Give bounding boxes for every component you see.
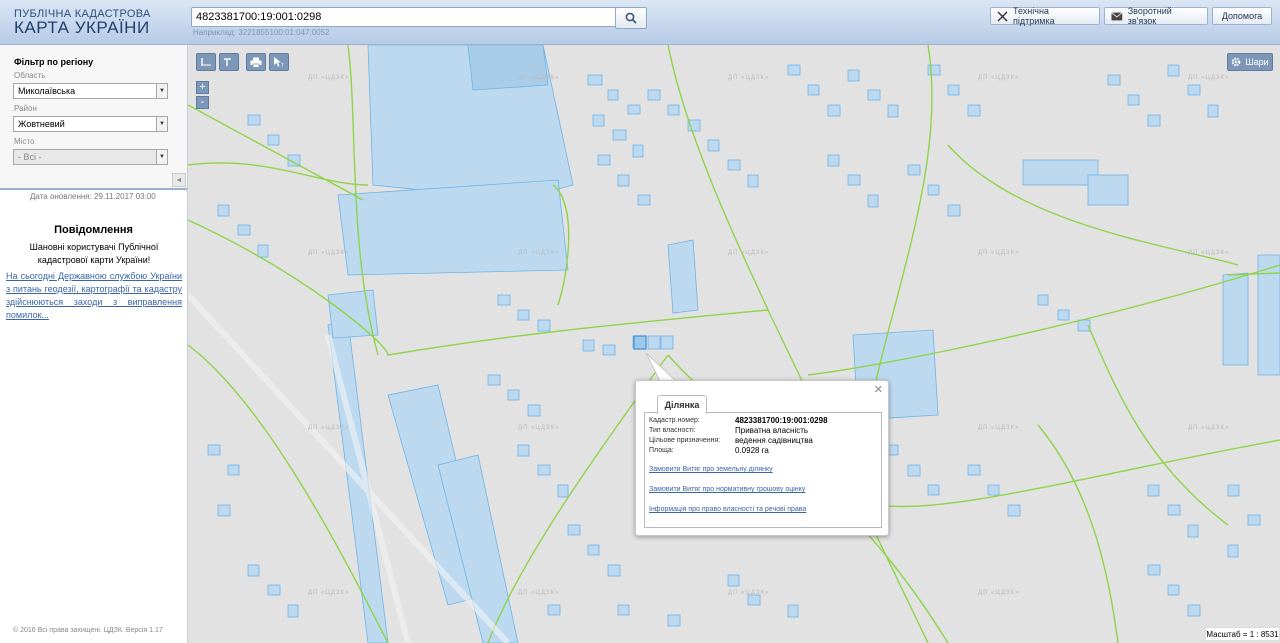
watermark: ДП «ЦДЗК» xyxy=(978,425,1020,431)
watermark: ДП «ЦДЗК» xyxy=(518,425,560,431)
cadastral-number: 4823381700:19:001:0298 xyxy=(735,416,828,425)
chevron-down-icon: ▼ xyxy=(156,117,167,131)
collapse-sidebar-button[interactable]: ◄ xyxy=(172,173,186,187)
chevron-down-icon: ▼ xyxy=(156,84,167,98)
search-icon xyxy=(625,12,637,24)
ruler-icon xyxy=(201,58,211,66)
zoom-out-button[interactable]: - xyxy=(196,96,209,109)
watermark: ДП «ЦДЗК» xyxy=(1188,250,1230,256)
oblast-select[interactable]: Миколаївська ▼ xyxy=(13,83,168,99)
oblast-label: Область xyxy=(14,71,46,80)
measure-area-button[interactable] xyxy=(219,53,239,71)
watermark: ДП «ЦДЗК» xyxy=(308,250,350,256)
filter-title: Фільтр по регіону xyxy=(14,57,94,67)
field-label: Тип власності: xyxy=(649,427,696,434)
map-scale: Масштаб = 1 : 8531 xyxy=(1205,627,1280,641)
gear-icon xyxy=(1232,57,1241,67)
brand-logo[interactable]: КАРТА УКРАЇНИ xyxy=(14,18,150,38)
parcel-popup: ✕ Ділянка Кадастр.номер: 4823381700:19:0… xyxy=(635,380,889,536)
tab-parcel[interactable]: Ділянка xyxy=(657,395,707,414)
feedback-label: Зворотний зв'язок xyxy=(1127,6,1172,26)
city-value: - Всі - xyxy=(18,152,42,162)
watermark: ДП «ЦДЗК» xyxy=(308,425,350,431)
order-valuation-link[interactable]: Замовити Витяг про нормативну грошову оц… xyxy=(649,486,805,493)
svg-text:?: ? xyxy=(281,63,284,68)
layers-button[interactable]: Шари xyxy=(1227,53,1273,71)
watermark: ДП «ЦДЗК» xyxy=(978,590,1020,596)
field-label: Кадастр.номер: xyxy=(649,417,700,424)
raion-label: Район xyxy=(14,104,37,113)
watermark: ДП «ЦДЗК» xyxy=(518,590,560,596)
watermark: ДП «ЦДЗК» xyxy=(518,75,560,81)
ownership-info-link[interactable]: Інформація про право власності та речові… xyxy=(649,506,806,513)
city-label: Місто xyxy=(14,137,35,146)
map-viewport[interactable]: ДП «ЦДЗК» ДП «ЦДЗК» ДП «ЦДЗК» ДП «ЦДЗК» … xyxy=(188,45,1280,643)
close-icon[interactable]: ✕ xyxy=(874,383,883,396)
envelope-icon xyxy=(1111,11,1123,20)
help-button[interactable]: Допомога xyxy=(1212,7,1272,25)
feedback-button[interactable]: Зворотний зв'язок xyxy=(1104,6,1208,26)
support-label: Технічна підтримка xyxy=(1013,6,1055,26)
watermark: ДП «ЦДЗК» xyxy=(728,250,770,256)
search-button[interactable] xyxy=(615,7,647,29)
printer-icon xyxy=(250,57,262,68)
oblast-value: Миколаївська xyxy=(18,86,76,96)
watermark: ДП «ЦДЗК» xyxy=(1188,425,1230,431)
order-extract-link[interactable]: Замовити Витяг про земельну ділянку xyxy=(649,466,773,473)
support-button[interactable]: Технічна підтримка xyxy=(990,6,1100,26)
watermark: ДП «ЦДЗК» xyxy=(978,250,1020,256)
cursor-question-icon: ? xyxy=(274,57,284,68)
update-date: Дата оновлення: 29.11.2017 03:00 xyxy=(30,192,156,201)
raion-value: Жовтневий xyxy=(18,119,65,129)
identify-button[interactable]: ? xyxy=(269,53,289,71)
notice-title: Повідомлення xyxy=(54,224,133,236)
region-filter: Фільтр по регіону Область Миколаївська ▼… xyxy=(0,45,187,190)
area: 0.0928 га xyxy=(735,446,769,455)
print-button[interactable] xyxy=(246,53,266,71)
zoom-in-button[interactable]: + xyxy=(196,81,209,94)
sidebar: Фільтр по регіону Область Миколаївська ▼… xyxy=(0,45,188,643)
search-bar xyxy=(191,7,647,29)
notice-link[interactable]: На сьогодні Державною службою України з … xyxy=(6,270,182,322)
watermark: ДП «ЦДЗК» xyxy=(518,250,560,256)
chevron-down-icon: ▼ xyxy=(156,150,167,164)
layers-label: Шари xyxy=(1245,57,1269,67)
field-label: Площа: xyxy=(649,447,674,454)
map-canvas[interactable] xyxy=(188,45,1280,643)
search-hint: Наприклад: 3221855100:01:047:0052 xyxy=(193,28,330,37)
watermark: ДП «ЦДЗК» xyxy=(1188,75,1230,81)
purpose: ведення садівництва xyxy=(735,436,813,445)
city-select[interactable]: - Всі - ▼ xyxy=(13,149,168,165)
ownership-type: Приватна власність xyxy=(735,426,809,435)
raion-select[interactable]: Жовтневий ▼ xyxy=(13,116,168,132)
watermark: ДП «ЦДЗК» xyxy=(728,590,770,596)
copyright: © 2016 Всі права захищені. ЦДЗК. Версія … xyxy=(13,627,163,634)
header: ПУБЛІЧНА КАДАСТРОВА КАРТА УКРАЇНИ Наприк… xyxy=(0,0,1280,45)
area-icon xyxy=(224,58,231,66)
watermark: ДП «ЦДЗК» xyxy=(308,590,350,596)
help-label: Допомога xyxy=(1221,11,1263,21)
popup-body: Кадастр.номер: 4823381700:19:001:0298 Ти… xyxy=(644,412,882,528)
watermark: ДП «ЦДЗК» xyxy=(308,75,350,81)
measure-distance-button[interactable] xyxy=(196,53,216,71)
tools-icon xyxy=(997,11,1008,21)
notice-text: Шановні користувачі Публічної кадастрово… xyxy=(29,242,159,265)
watermark: ДП «ЦДЗК» xyxy=(728,75,770,81)
field-label: Цільове призначення: xyxy=(649,437,721,444)
popup-pointer xyxy=(645,353,678,382)
watermark: ДП «ЦДЗК» xyxy=(978,75,1020,81)
search-input[interactable] xyxy=(191,7,618,27)
